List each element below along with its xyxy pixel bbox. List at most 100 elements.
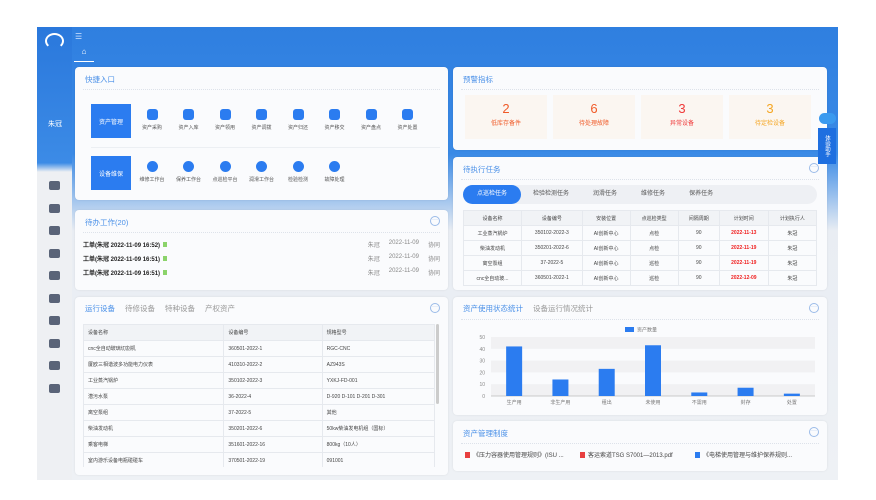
quick-item-7[interactable]: 资产处置 [391,109,425,131]
y-tick-label: 50 [479,335,485,341]
table-row[interactable]: 工业蒸汽锅炉 350102-2022-3 AI创新中心 点检 90 2022-11-13 朱… [463,225,817,241]
warning-card[interactable]: 3 异常设备 [641,95,723,139]
quick-item-3[interactable]: 资产调拨 [245,109,279,131]
docs-panel: 资产管理制度 ··· 《压力容器使用管理规则》(ISU ... 客运索道TSG S… [453,421,827,471]
monitor-icon[interactable] [49,293,60,303]
todo-text: 工单(朱冠 2022-11-09 16:51) [83,257,161,263]
task-tab-1[interactable]: 检验检测任务 [521,185,581,204]
table-row[interactable]: 乘客电梯 351601-2022-16 800kg（10人） [83,436,435,453]
table-row[interactable]: 工业蒸汽锅炉 350102-2022-3 YXKJ-FD-001 [83,372,435,389]
quick-item-label: 维修工作台 [139,177,165,183]
tab-0[interactable]: 运行设备 [85,303,115,314]
todo-type: 协同 [427,271,440,277]
doc-link[interactable]: 《压力容器使用管理规则》(ISU ... [465,450,564,459]
todo-date: 2022-11-09 [388,254,419,260]
table-cell: 360501-2022-1 [521,270,583,286]
table-cell: 朱冠 [767,240,817,256]
table-row[interactable]: cnc全自动玻... 360501-2022-1 AI创新中心 巡检 90 2022-12… [463,270,817,286]
table-row[interactable]: 室内游乐设备电瓶碰碰车 370501-2022-19 091001 [83,452,435,467]
table-cell: 厦欧三相谐波多功能电力仪表 [83,356,225,373]
table-row[interactable]: 离空泵组 37-2022-5 其他 [83,404,435,421]
report-icon[interactable] [49,338,60,348]
quick-entry-panel: 快捷入口 资产管理 设备维保 资产采购 资产入库 资产领用 资产调拨 资产归还 资产移交 资… [75,67,448,200]
share-nodes-icon[interactable] [49,271,60,280]
quick-item-3[interactable]: 润滑工作台 [245,161,279,183]
todo-item[interactable]: 工单(朱冠 2022-11-09 16:52) 朱冠 2022-11-09 协同 [83,239,440,250]
tab-0[interactable]: 资产使用状态统计 [463,303,523,314]
folder-settings-icon[interactable] [49,248,60,258]
quick-item-label: 资产采购 [141,125,162,131]
quick-item-2[interactable]: 资产领用 [208,109,242,131]
quick-item-label: 检验检测 [287,177,308,183]
quick-item-0[interactable]: 资产采购 [135,109,169,131]
bar-不需用 [691,392,708,396]
assistant-button[interactable]: 体验助手 [818,128,836,164]
doc-link[interactable]: 《电梯使用管理与维护保养规则... [695,450,792,459]
table-cell: 800kg（10人） [321,436,435,453]
task-tab-3[interactable]: 维修任务 [629,185,677,204]
table-cell: AI创新中心 [581,255,631,271]
tab-3[interactable]: 产权资产 [205,303,235,314]
todo-user: 朱冠 [367,257,380,263]
tab-2[interactable]: 特种设备 [165,303,195,314]
quick-item-1[interactable]: 资产入库 [172,109,206,131]
task-tab-4[interactable]: 保养任务 [677,185,725,204]
quick-item-1[interactable]: 保养工作台 [172,161,206,183]
quick-item-5[interactable]: 资产移交 [318,109,352,131]
table-row[interactable]: cnc全自动玻璃切割机 360501-2022-1 RGC-CNC [83,340,435,357]
todo-panel: 待办工作(20) ··· 工单(朱冠 2022-11-09 16:52) 朱冠 20… [75,210,448,290]
todo-item[interactable]: 工单(朱冠 2022-11-09 16:51) 朱冠 2022-11-09 协同 [83,253,440,264]
more-icon[interactable]: ··· [430,303,440,313]
more-icon[interactable]: ··· [809,427,819,437]
quick-item-0[interactable]: 维修工作台 [135,161,169,183]
warning-card[interactable]: 6 待处理故障 [553,95,635,139]
table-cell: D-920 D-101 D-201 D-301 [321,388,435,405]
table-cell: 离空泵组 [83,404,225,421]
more-icon[interactable]: ··· [809,303,819,313]
more-icon[interactable]: ··· [809,163,819,173]
table-cell: 柴油发动机 [83,420,225,437]
warning-card[interactable]: 2 低库存备件 [465,95,547,139]
tab-1[interactable]: 待修设备 [125,303,155,314]
quick-item-4[interactable]: 检验检测 [281,161,315,183]
warning-card[interactable]: 3 待定检设备 [729,95,811,139]
task-tab-2[interactable]: 润滑任务 [581,185,629,204]
tab-1[interactable]: 设备运行情况统计 [533,303,593,314]
doc-file-icon [695,451,700,458]
table-row[interactable]: 厦欧三相谐波多功能电力仪表 410310-2022-2 AZ943S [83,356,435,373]
dashboard-icon[interactable] [49,181,60,190]
table-cell: 朱冠 [767,255,817,271]
todo-type: 协同 [427,257,440,263]
user-name[interactable]: 朱冠 [42,119,68,129]
form-edit-icon[interactable] [49,316,60,325]
more-icon[interactable]: ··· [430,216,440,226]
table-row[interactable]: 潜污水泵 36-2022-4 D-920 D-101 D-201 D-301 [83,388,435,405]
document-icon[interactable] [49,226,60,235]
todo-item[interactable]: 工单(朱冠 2022-11-09 16:51) 朱冠 2022-11-09 协同 [83,267,440,278]
quick-item-4[interactable]: 资产归还 [281,109,315,131]
assistant-cloud-icon[interactable] [819,113,836,124]
y-tick-label: 0 [482,394,485,400]
quick-item-5[interactable]: 故障处理 [318,161,352,183]
menu-toggle-icon[interactable]: ☰ [75,32,82,41]
edit-icon[interactable] [49,203,60,213]
doc-link[interactable]: 客运索道TSG S7001—2013.pdf [580,450,673,459]
scrollbar[interactable] [436,324,439,404]
warning-count: 3 [678,101,686,116]
app-window: 朱冠 ☰ ⌂ 快捷入口 资产管理 设备维保 资产采购 资产入库 资产领用 资产调拨 资产… [37,27,838,480]
asset-status-chart: 0 10 20 30 40 50 生产用 非生产用 租出 未使用 不需用 封存 处置 资产数量 [479,327,815,406]
table-row[interactable]: 离空泵组 37-2022-5 AI创新中心 巡检 90 2022-11-19 朱冠 [463,255,817,271]
task-tab-0[interactable]: 点巡检任务 [463,185,522,204]
todo-type: 协同 [427,243,440,249]
home-tab[interactable]: ⌂ [74,47,94,62]
quick-item-6[interactable]: 资产盘点 [354,109,388,131]
doc-title: 客运索道TSG S7001—2013.pdf [588,453,673,459]
table-cell: cnc全自动玻... [463,270,522,286]
table-row[interactable]: 柴油发动机 350201-2022-6 AI创新中心 点检 90 2022-11-19 朱冠 [463,240,817,256]
table-row[interactable]: 柴油发动机 350201-2022-6 50kw柴油发电机组（国标） [83,420,435,437]
quick-item-2[interactable]: 点巡检平台 [208,161,242,183]
pdf-file-icon [465,451,470,458]
finance-icon[interactable] [49,361,60,370]
chart-monitor-icon[interactable] [49,383,60,393]
table-cell: 朱冠 [767,270,817,286]
